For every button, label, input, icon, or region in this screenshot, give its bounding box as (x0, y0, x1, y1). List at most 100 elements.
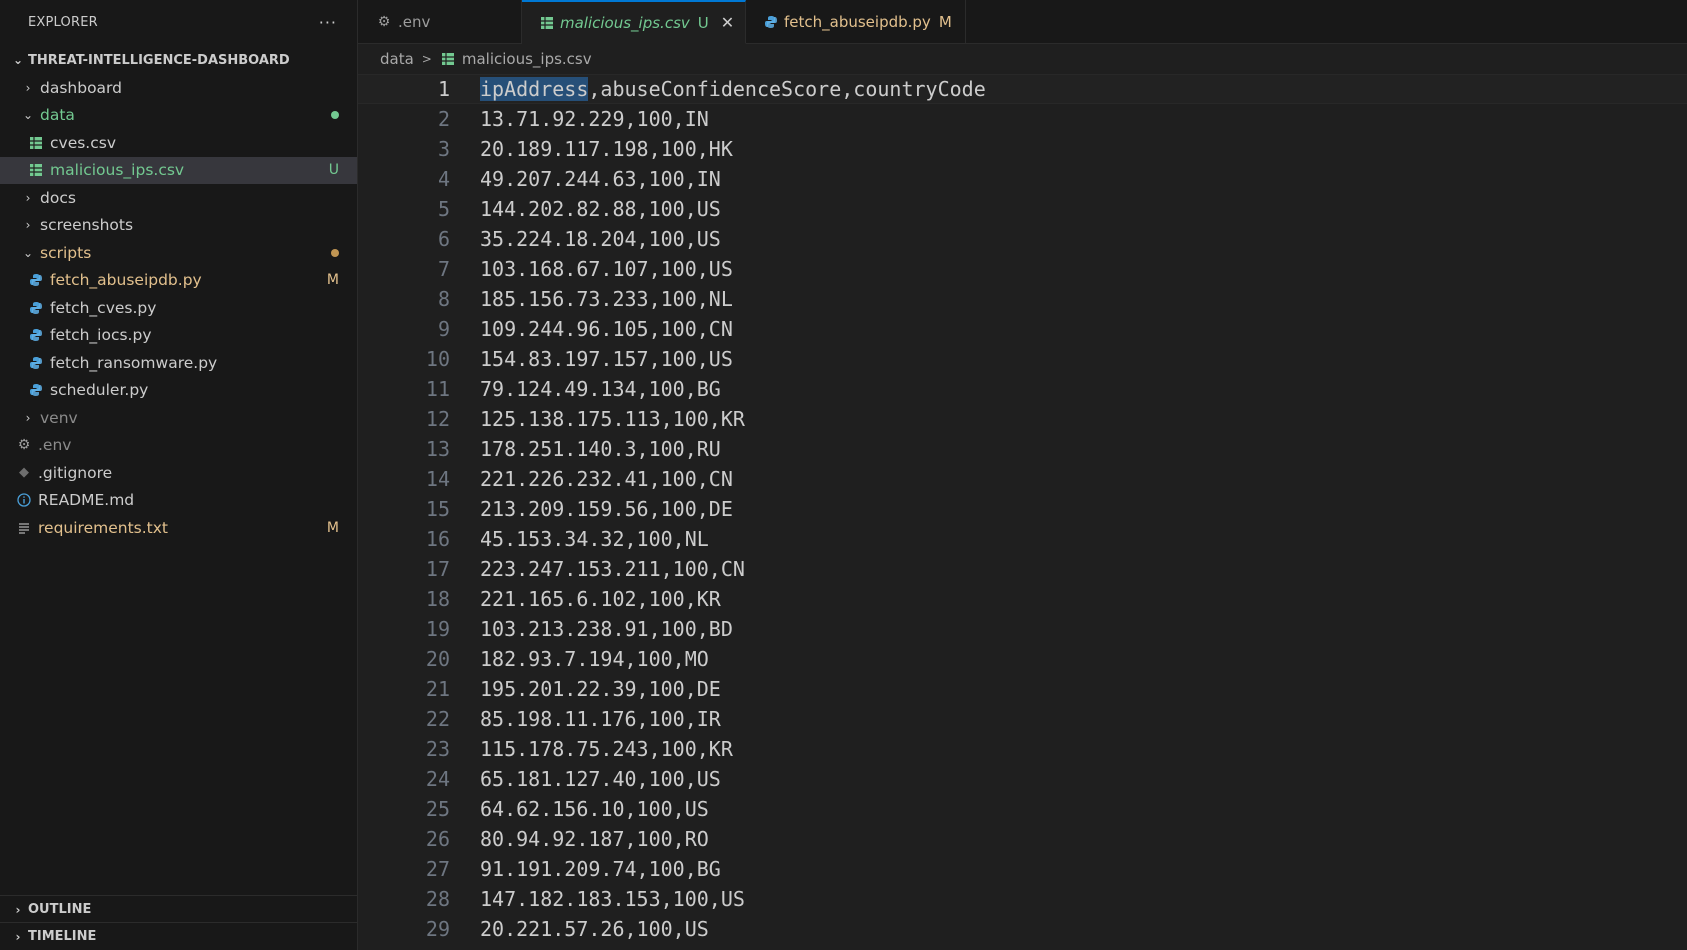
line-number: 15 (425, 497, 450, 521)
line-number: 24 (425, 767, 450, 791)
line-text: 85.198.11.176,100,IR (480, 707, 721, 731)
line-number: 11 (425, 377, 450, 401)
tab-malicious-ips[interactable]: malicious_ips.csv U ✕ (522, 0, 746, 44)
tree-item-label: docs (40, 188, 76, 207)
tree-item-readme-file[interactable]: README.md (0, 487, 357, 515)
breadcrumb: data > malicious_ips.csv (358, 44, 1687, 74)
line-number: 5 (437, 197, 450, 221)
line-number: 12 (425, 407, 450, 431)
editor-pane: data > malicious_ips.csv 1 ipAddress,abus… (358, 44, 1687, 950)
explorer-title: EXPLORER (28, 14, 98, 30)
line-text: 185.156.73.233,100,NL (480, 287, 733, 311)
code-line: 20 182.93.7.194,100,MO (358, 644, 1687, 674)
line-number: 26 (425, 827, 450, 851)
tree-item-docs[interactable]: › docs (0, 184, 357, 212)
code-line: 5 144.202.82.88,100,US (358, 194, 1687, 224)
line-text: 91.191.209.74,100,BG (480, 857, 721, 881)
git-status-badge: U (328, 162, 339, 179)
line-text: 103.168.67.107,100,US (480, 257, 733, 281)
code-line: 15 213.209.159.56,100,DE (358, 494, 1687, 524)
tree-item-label: scripts (40, 243, 92, 262)
line-number: 6 (437, 227, 450, 251)
text-file-icon (16, 520, 32, 536)
line-text: 182.93.7.194,100,MO (480, 647, 709, 671)
chevron-down-icon: ⌄ (22, 108, 34, 123)
python-file-icon (28, 382, 44, 398)
line-number: 1 (437, 77, 450, 101)
line-text: 147.182.183.153,100,US (480, 887, 745, 911)
tree-item-fetch-abuseipdb-py[interactable]: fetch_abuseipdb.py M (0, 267, 357, 295)
code-line: 11 79.124.49.134,100,BG (358, 374, 1687, 404)
tree-item-scripts[interactable]: ⌄ scripts (0, 239, 357, 267)
line-text: 80.94.92.187,100,RO (480, 827, 709, 851)
line-text: 20.221.57.26,100,US (480, 917, 709, 941)
tree-item-label: .env (38, 436, 72, 455)
line-number: 13 (425, 437, 450, 461)
tree-item-env-file[interactable]: ⚙ .env (0, 432, 357, 460)
chevron-down-icon: ⌄ (12, 53, 24, 67)
code-line: 6 35.224.18.204,100,US (358, 224, 1687, 254)
tree-item-requirements-file[interactable]: requirements.txt M (0, 514, 357, 542)
tree-item-screenshots[interactable]: › screenshots (0, 212, 357, 240)
tree-item-cves-csv[interactable]: cves.csv (0, 129, 357, 157)
csv-file-icon (440, 51, 456, 67)
more-actions-icon[interactable]: ··· (319, 13, 337, 32)
code-line: 1 ipAddress,abuseConfidenceScore,countryC… (358, 74, 1687, 104)
modified-dot-icon (331, 107, 339, 123)
line-number: 25 (425, 797, 450, 821)
tree-item-scheduler-py[interactable]: scheduler.py (0, 377, 357, 405)
line-text: 20.189.117.198,100,HK (480, 137, 733, 161)
tree-item-fetch-ransomware-py[interactable]: fetch_ransomware.py (0, 349, 357, 377)
code-line: 3 20.189.117.198,100,HK (358, 134, 1687, 164)
tree-item-malicious-ips-csv[interactable]: malicious_ips.csv U (0, 156, 357, 184)
breadcrumb-file[interactable]: malicious_ips.csv (462, 50, 592, 68)
tab-env[interactable]: ⚙ .env (358, 0, 522, 44)
python-file-icon (28, 272, 44, 288)
tab-fetch-abuseipdb[interactable]: fetch_abuseipdb.py M (746, 0, 966, 44)
code-line: 9 109.244.96.105,100,CN (358, 314, 1687, 344)
chevron-right-icon: › (25, 410, 31, 425)
code-line: 24 65.181.127.40,100,US (358, 764, 1687, 794)
code-line: 22 85.198.11.176,100,IR (358, 704, 1687, 734)
tree-item-label: scheduler.py (50, 381, 149, 400)
line-number: 18 (425, 587, 450, 611)
line-number: 17 (425, 557, 450, 581)
python-file-icon (28, 327, 44, 343)
line-number: 16 (425, 527, 450, 551)
tree-item-fetch-iocs-py[interactable]: fetch_iocs.py (0, 322, 357, 350)
code-line: 27 91.191.209.74,100,BG (358, 854, 1687, 884)
tab-label: malicious_ips.csv (560, 13, 690, 32)
code-line: 17 223.247.153.211,100,CN (358, 554, 1687, 584)
tree-item-dashboard[interactable]: › dashboard (0, 74, 357, 102)
chevron-right-icon: > (421, 52, 432, 66)
close-icon[interactable]: ✕ (721, 13, 734, 32)
tree-item-label: dashboard (40, 78, 122, 97)
gear-icon: ⚙ (377, 14, 391, 30)
code-line: 19 103.213.238.91,100,BD (358, 614, 1687, 644)
outline-section[interactable]: › OUTLINE (0, 895, 357, 923)
chevron-right-icon: › (25, 190, 31, 205)
git-status-badge: M (326, 272, 339, 289)
line-number: 22 (425, 707, 450, 731)
timeline-section[interactable]: › TIMELINE (0, 922, 357, 950)
tree-item-gitignore-file[interactable]: ◆ .gitignore (0, 459, 357, 487)
tree-item-venv[interactable]: › venv (0, 404, 357, 432)
line-number: 21 (425, 677, 450, 701)
line-number: 23 (425, 737, 450, 761)
editor-tabs: ⚙ .env malicious_ips.csv U ✕ fetch_abuseipdb.… (358, 0, 1687, 44)
tree-item-fetch-cves-py[interactable]: fetch_cves.py (0, 294, 357, 322)
selection-highlight: ipAddress (480, 77, 589, 101)
line-text: 103.213.238.91,100,BD (480, 617, 733, 641)
code-line: 29 20.221.57.26,100,US (358, 914, 1687, 944)
line-text: 144.202.82.88,100,US (480, 197, 721, 221)
workspace-title: THREAT-INTELLIGENCE-DASHBOARD (28, 52, 290, 68)
code-line: 12 125.138.175.113,100,KR (358, 404, 1687, 434)
chevron-right-icon: › (15, 929, 21, 944)
tree-item-data[interactable]: ⌄ data (0, 102, 357, 130)
git-icon: ◆ (19, 465, 29, 481)
breadcrumb-folder[interactable]: data (380, 50, 414, 68)
code-area[interactable]: 1 ipAddress,abuseConfidenceScore,countryC… (358, 74, 1687, 950)
line-text: 35.224.18.204,100,US (480, 227, 721, 251)
tab-label: fetch_abuseipdb.py (784, 13, 931, 31)
workspace-folder[interactable]: ⌄ THREAT-INTELLIGENCE-DASHBOARD (0, 46, 357, 74)
